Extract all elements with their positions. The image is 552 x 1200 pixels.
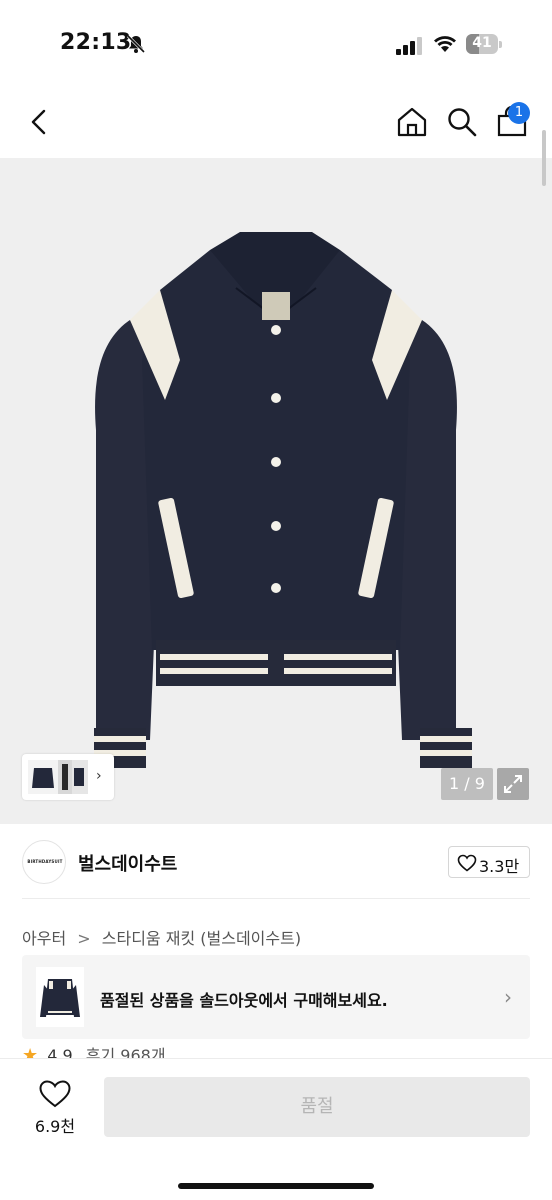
bottom-action-bar: 6.9천 품절 [0,1058,552,1200]
expand-icon[interactable] [497,768,529,800]
product-photo-jacket [94,232,472,768]
nav-bar [0,88,552,158]
wish-count: 6.9천 [34,1117,76,1136]
soldout-promo-banner[interactable]: 품절된 상품을 솔드아웃에서 구매해보세요. › [22,955,530,1039]
status-time: 22:13 [60,30,132,55]
scrollbar[interactable] [542,130,546,186]
chevron-right-icon: › [504,985,512,1009]
brand-row: BIRTHDAYSUIT 벌스데이수트 3.3만 [0,838,552,888]
breadcrumb-separator: > [77,929,91,948]
bell-slash-icon [126,34,146,54]
brand-name[interactable]: 벌스데이수트 [78,850,177,876]
image-thumbnail-strip[interactable]: › [22,754,114,800]
image-page-counter: 1 / 9 [441,768,493,800]
battery-level: 41 [472,35,492,51]
brand-like-button[interactable]: 3.3만 [448,846,530,878]
brand-like-count: 3.3만 [479,857,520,876]
chevron-left-icon[interactable] [22,104,58,140]
home-icon[interactable] [394,104,430,140]
brand-logo[interactable]: BIRTHDAYSUIT [22,840,66,884]
brand-logo-text: BIRTHDAYSUIT [27,859,63,864]
battery-indicator: 41 [466,34,502,54]
thumbnail-images [28,760,88,794]
signal-icon [396,37,422,55]
status-bar: 22:13 41 [0,0,552,88]
banner-product-thumbnail [36,967,84,1027]
section-divider [22,898,530,899]
breadcrumb-product[interactable]: 스타디움 재킷 (벌스데이수트) [102,925,301,949]
home-indicator[interactable] [178,1183,374,1189]
search-icon[interactable] [444,104,480,140]
heart-icon[interactable] [38,1079,72,1109]
heart-icon [457,854,477,872]
wifi-icon [434,36,456,52]
thumbnail-next-arrow[interactable]: › [96,768,102,784]
cart-count-badge: 1 [508,102,530,124]
soldout-button[interactable]: 품절 [104,1077,530,1137]
breadcrumb: 아우터 > 스타디움 재킷 (벌스데이수트) [22,925,301,949]
product-image-gallery[interactable] [0,158,552,824]
breadcrumb-category[interactable]: 아우터 [22,925,66,949]
banner-text: 품절된 상품을 솔드아웃에서 구매해보세요. [100,991,388,1010]
